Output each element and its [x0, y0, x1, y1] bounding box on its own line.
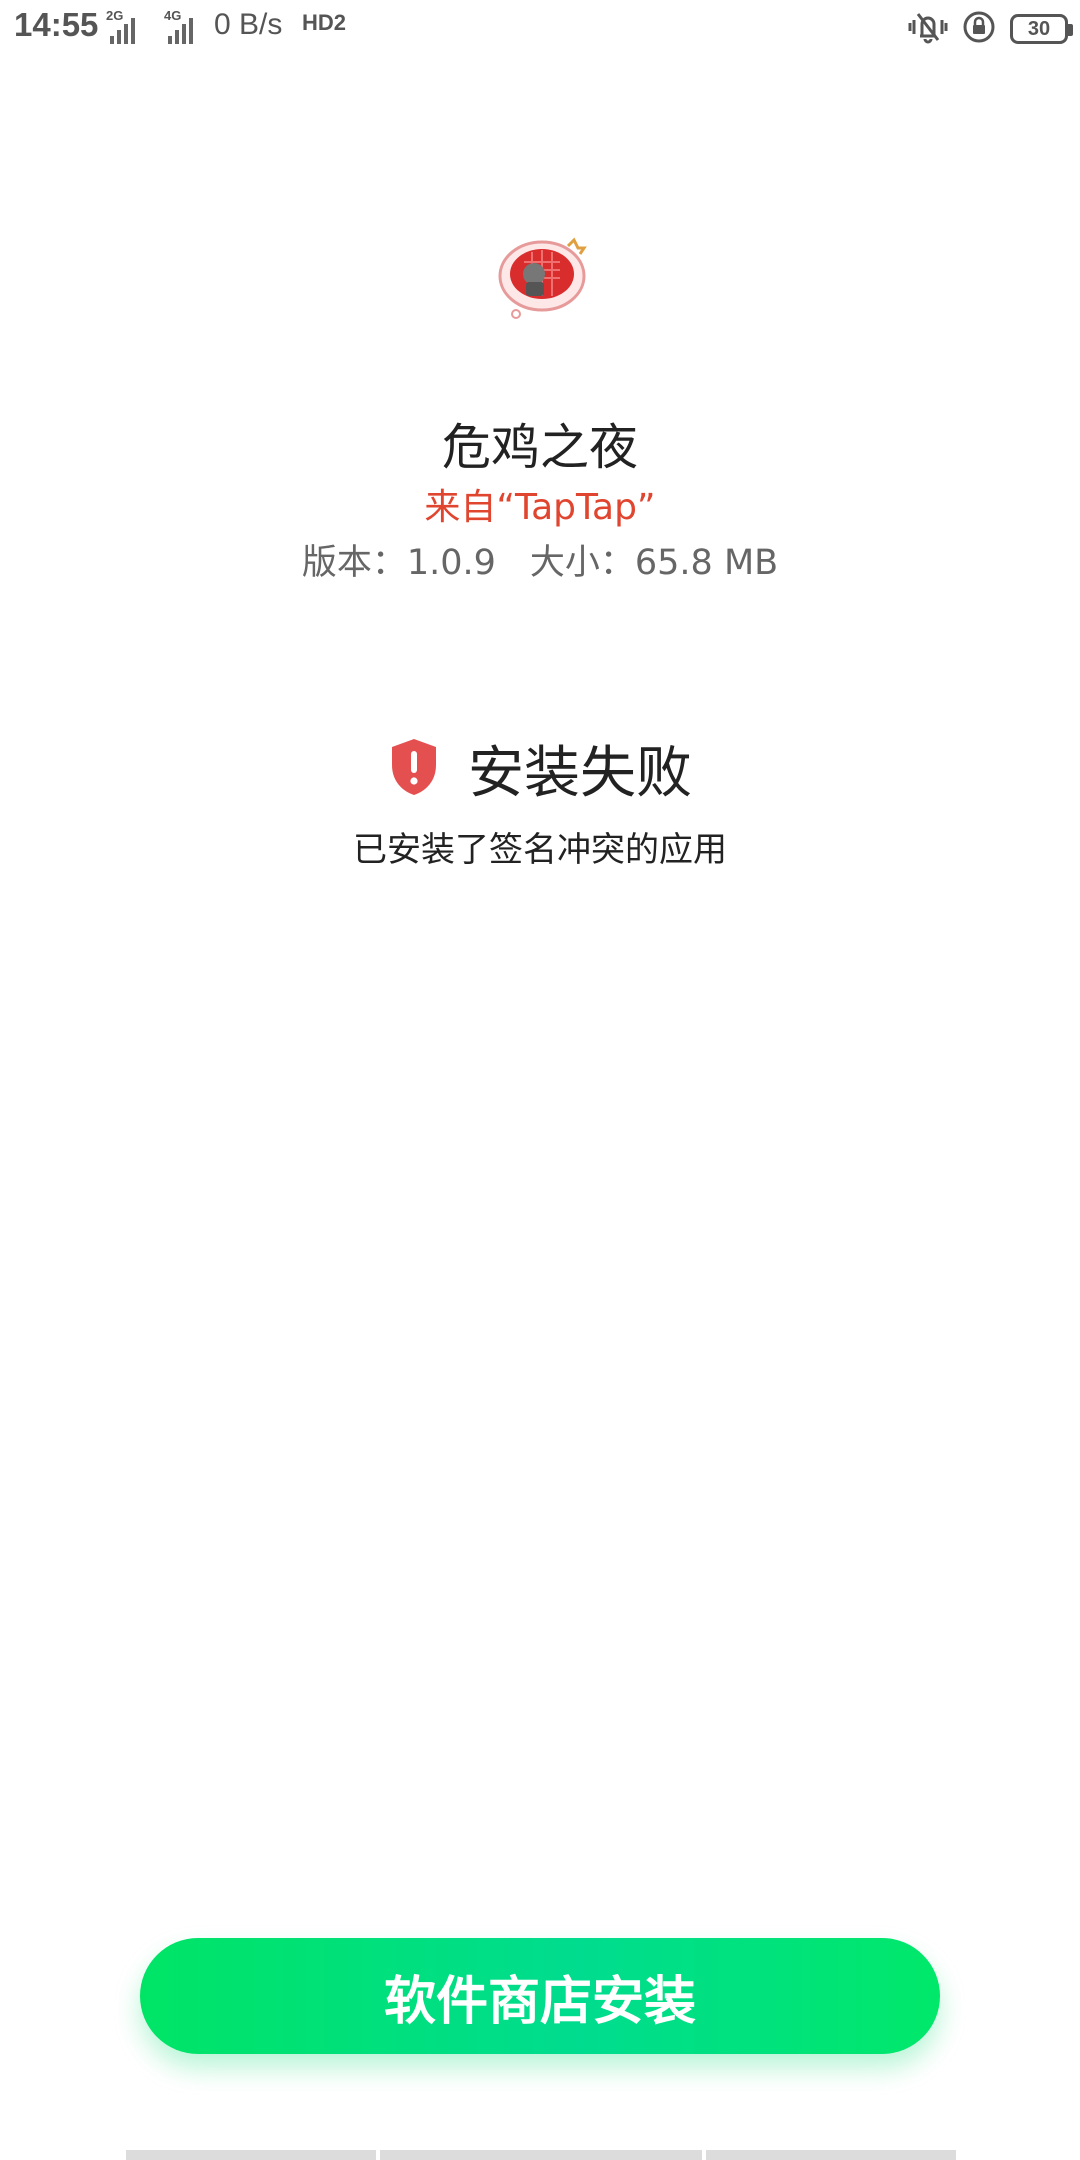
app-meta: 版本：1.0.9 大小：65.8 MB — [0, 534, 1080, 585]
status-bar: 14:55 2G 4G 0 B/s HD2 30 — [0, 0, 1080, 56]
install-failed-title: 安装失败 — [468, 741, 692, 806]
status-time: 14:55 — [14, 6, 99, 43]
shield-warning-icon — [388, 737, 440, 801]
bottom-nav-handles — [126, 2150, 956, 2160]
hd-badge: HD2 — [302, 10, 347, 35]
game-app-icon — [496, 232, 592, 320]
install-result: 安装失败 — [0, 728, 1080, 809]
app-source: 来自“TapTap” — [424, 487, 656, 528]
signal-4g-icon: 4G — [164, 8, 204, 44]
rotation-lock-icon — [962, 10, 996, 48]
install-failed-reason: 已安装了签名冲突的应用 — [353, 830, 727, 870]
status-right-icons: 30 — [908, 10, 1073, 48]
store-install-button[interactable]: 软件商店安装 — [140, 1938, 940, 2054]
network-speed: 0 B/s — [214, 8, 283, 41]
app-version: 版本：1.0.9 — [301, 543, 496, 583]
app-name: 危鸡之夜 — [441, 419, 638, 476]
signal-2g-icon: 2G — [106, 8, 146, 44]
vibrate-icon — [908, 10, 948, 48]
app-size: 大小：65.8 MB — [529, 543, 779, 583]
battery-icon: 30 — [1010, 14, 1073, 44]
